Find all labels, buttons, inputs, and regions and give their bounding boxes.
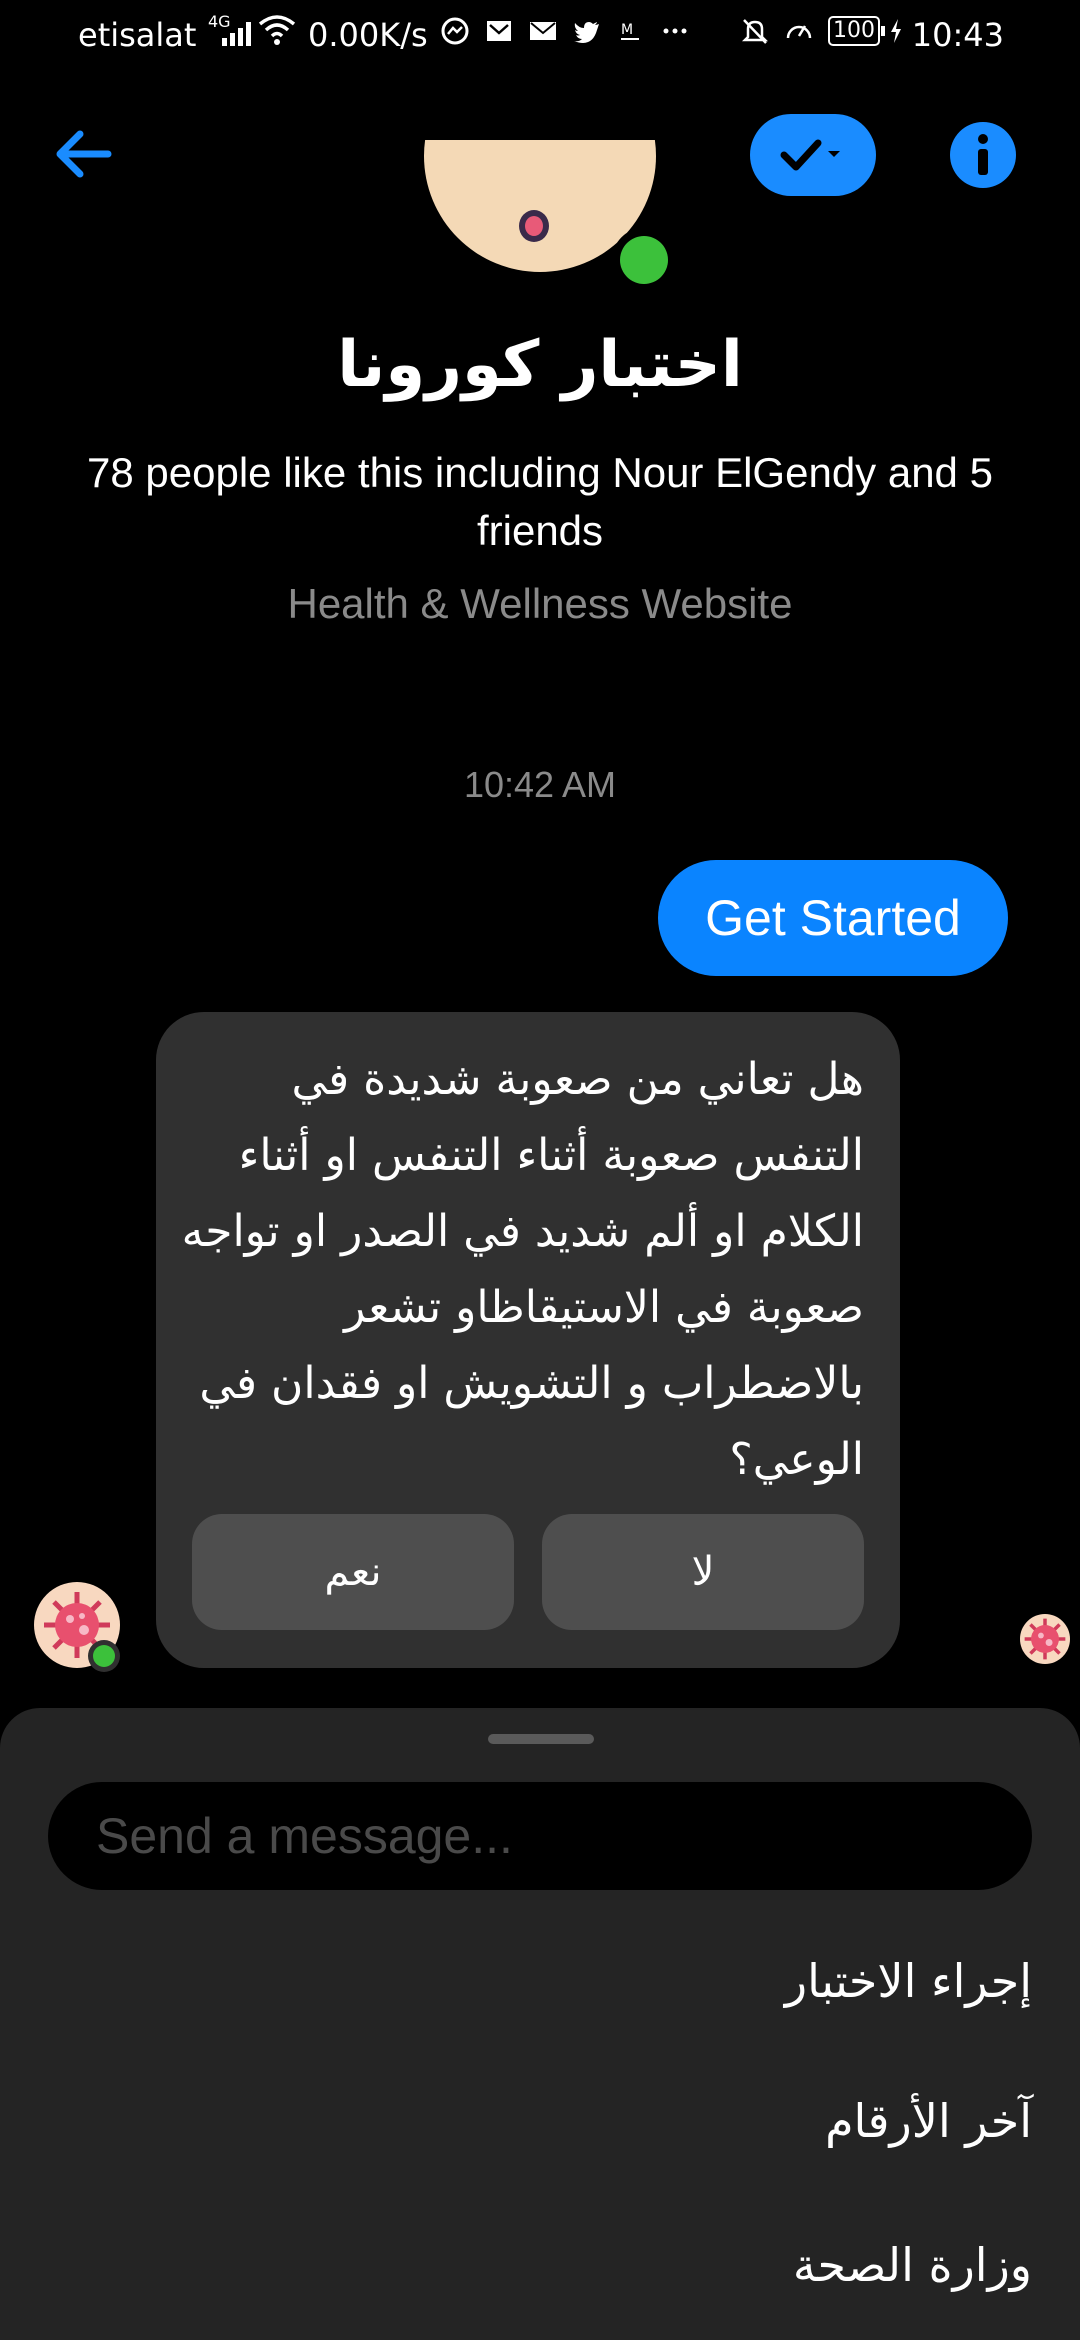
notification-icons: M bbox=[440, 16, 690, 46]
system-icons: 100 bbox=[740, 16, 903, 46]
battery-icon: 100 bbox=[828, 16, 903, 46]
speed-icon bbox=[784, 16, 814, 46]
gmail-icon: M bbox=[616, 16, 646, 46]
signal-icon bbox=[222, 20, 251, 46]
likes-text: 78 people like this including Nour ElGen… bbox=[87, 449, 993, 554]
bot-online-indicator bbox=[88, 1640, 120, 1672]
carrier-label: etisalat bbox=[78, 16, 197, 54]
page-title: اختبار كورونا bbox=[337, 328, 743, 402]
sheet-drag-handle[interactable] bbox=[488, 1734, 594, 1744]
quick-reply-no[interactable]: لا bbox=[542, 1514, 864, 1630]
message-timestamp: 10:42 AM bbox=[463, 764, 617, 805]
bot-message-card: هل تعاني من صعوبة شديدة في التنفس صعوبة … bbox=[156, 1012, 900, 1668]
twitter-icon bbox=[572, 16, 602, 46]
menu-item-latest-numbers[interactable]: آخر الأرقام bbox=[48, 2066, 1032, 2176]
status-bar: etisalat 4G 0.00K/s M 100 10:43 bbox=[0, 0, 1080, 76]
virus-icon bbox=[1024, 1618, 1066, 1660]
clock: 10:43 bbox=[911, 16, 1004, 54]
bot-question-text: هل تعاني من صعوبة شديدة في التنفس صعوبة … bbox=[181, 1054, 864, 1485]
online-indicator bbox=[612, 228, 676, 292]
check-dropdown-button[interactable] bbox=[750, 114, 876, 196]
quick-reply-yes[interactable]: نعم bbox=[192, 1514, 514, 1630]
sent-message-bubble[interactable]: Get Started bbox=[658, 860, 1008, 976]
more-icon bbox=[660, 16, 690, 46]
mail-icon bbox=[484, 16, 514, 46]
check-dropdown-icon bbox=[780, 139, 840, 171]
arrow-left-icon[interactable] bbox=[48, 118, 120, 190]
page-category: Health & Wellness Website bbox=[287, 580, 793, 627]
wifi-icon bbox=[258, 14, 296, 54]
battery-level: 100 bbox=[828, 16, 880, 46]
svg-text:M: M bbox=[621, 22, 633, 38]
seen-avatar bbox=[1020, 1614, 1070, 1664]
menu-item-take-test[interactable]: إجراء الاختبار bbox=[48, 1926, 1032, 2036]
info-icon[interactable] bbox=[950, 122, 1016, 188]
menu-item-ministry-of-health[interactable]: وزارة الصحة bbox=[48, 2210, 1032, 2320]
email-icon bbox=[528, 16, 558, 46]
message-input[interactable] bbox=[48, 1782, 1032, 1890]
network-speed: 0.00K/s bbox=[308, 16, 428, 54]
mute-icon bbox=[740, 16, 770, 46]
messenger-icon bbox=[440, 16, 470, 46]
